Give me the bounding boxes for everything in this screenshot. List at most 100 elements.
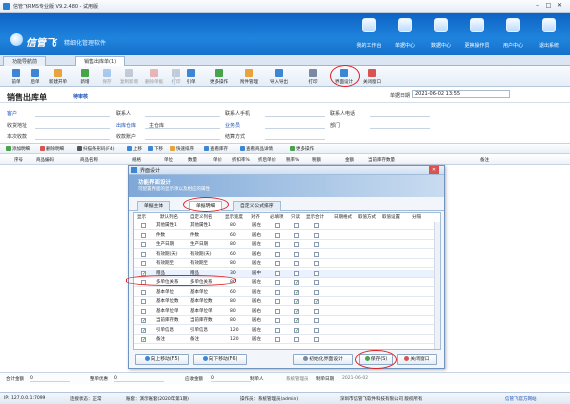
show-total-checkbox[interactable] bbox=[314, 308, 319, 314]
nav-user-center[interactable]: 用户中心 bbox=[496, 16, 530, 52]
show-checkbox[interactable]: ✓ bbox=[141, 337, 146, 343]
close-window-button[interactable]: 关闭窗口 bbox=[359, 68, 385, 86]
align-cell[interactable]: 居左 bbox=[252, 260, 261, 268]
add-detail-button[interactable]: 添加明细 bbox=[6, 146, 30, 152]
show-checkbox[interactable]: ✓ bbox=[141, 318, 146, 324]
custom-name-cell[interactable]: 生产日期 bbox=[190, 241, 208, 249]
required-checkbox[interactable] bbox=[275, 318, 280, 323]
readonly-checkbox[interactable]: ✓ bbox=[294, 299, 299, 305]
required-checkbox[interactable] bbox=[275, 232, 280, 238]
readonly-checkbox[interactable]: ✓ bbox=[294, 308, 299, 314]
align-cell[interactable]: 居左 bbox=[252, 279, 261, 287]
width-cell[interactable]: 60 bbox=[230, 251, 236, 259]
contact-phone-field[interactable] bbox=[370, 110, 430, 117]
import-export-button[interactable]: 导入导出 bbox=[266, 68, 292, 86]
field-row[interactable]: 件数 件数 60 居右 bbox=[134, 232, 434, 240]
show-total-checkbox[interactable] bbox=[314, 261, 319, 266]
field-row[interactable]: 基本单位数 基本单位数 80 居右 ✓ ✓ bbox=[134, 298, 434, 306]
show-total-checkbox[interactable]: ✓ bbox=[314, 299, 319, 305]
show-total-checkbox[interactable] bbox=[314, 232, 319, 238]
show-total-checkbox[interactable] bbox=[314, 337, 319, 342]
width-cell[interactable]: 80 bbox=[230, 222, 236, 230]
nav-switch-operator[interactable]: 更换操作员 bbox=[460, 16, 494, 52]
required-checkbox[interactable] bbox=[275, 308, 280, 314]
scan-barcode-button[interactable]: 扫描条形码(F4) bbox=[77, 146, 114, 152]
align-cell[interactable]: 居右 bbox=[252, 298, 261, 306]
required-checkbox[interactable] bbox=[275, 242, 280, 247]
contact-field[interactable] bbox=[145, 110, 220, 117]
nav-data-center[interactable]: 数据中心 bbox=[424, 16, 458, 52]
required-checkbox[interactable] bbox=[275, 223, 280, 228]
close-dialog-button[interactable]: 关闭窗口 bbox=[397, 354, 437, 365]
customer-field[interactable] bbox=[35, 110, 110, 117]
readonly-checkbox[interactable] bbox=[294, 337, 299, 342]
status-website-link[interactable]: 信管飞官方网站 bbox=[505, 396, 537, 402]
contact-mobile-field[interactable] bbox=[265, 110, 325, 117]
field-row[interactable]: 基本单位单 基本单位单 80 居右 ✓ bbox=[134, 308, 434, 316]
show-total-checkbox[interactable] bbox=[314, 223, 319, 228]
show-total-checkbox[interactable] bbox=[314, 327, 319, 333]
nav-workbench[interactable]: 我的工作台 bbox=[352, 16, 386, 52]
show-checkbox[interactable] bbox=[141, 242, 146, 247]
align-cell[interactable]: 居中 bbox=[252, 270, 261, 278]
align-cell[interactable]: 居左 bbox=[252, 241, 261, 249]
print-preview-button[interactable]: 打印 bbox=[300, 68, 326, 86]
readonly-checkbox[interactable]: ✓ bbox=[294, 318, 299, 324]
width-cell[interactable]: 120 bbox=[230, 336, 239, 344]
required-checkbox[interactable] bbox=[275, 327, 280, 333]
department-field[interactable] bbox=[370, 122, 430, 129]
custom-name-cell[interactable]: 其他属性1 bbox=[190, 222, 211, 230]
custom-name-cell[interactable]: 当前库存数 bbox=[190, 317, 213, 325]
readonly-checkbox[interactable] bbox=[294, 223, 299, 228]
width-cell[interactable]: 80 bbox=[230, 298, 236, 306]
width-cell[interactable]: 60 bbox=[230, 289, 236, 297]
readonly-checkbox[interactable]: ✓ bbox=[294, 280, 299, 286]
show-checkbox[interactable] bbox=[141, 308, 146, 314]
field-row[interactable]: ✓ 备注 备注 120 居左 bbox=[134, 336, 434, 344]
required-checkbox[interactable] bbox=[275, 261, 280, 266]
required-checkbox[interactable] bbox=[275, 251, 280, 257]
custom-name-cell[interactable]: 基本单位 bbox=[190, 289, 208, 297]
custom-name-cell[interactable]: 有效期至 bbox=[190, 260, 208, 268]
width-cell[interactable]: 30 bbox=[230, 270, 236, 278]
warehouse-field[interactable]: 主仓库 bbox=[145, 122, 220, 129]
address-field[interactable] bbox=[35, 122, 110, 129]
show-total-checkbox[interactable] bbox=[314, 289, 319, 295]
required-checkbox[interactable] bbox=[275, 270, 280, 276]
reset-design-button[interactable]: 初始化界面设计 bbox=[293, 354, 353, 365]
field-row[interactable]: 有效期至 有效期至 80 居左 bbox=[134, 260, 434, 268]
tab-doc-body[interactable]: 单据主体 bbox=[137, 201, 171, 211]
nav-exit[interactable]: 退出系统 bbox=[532, 16, 566, 52]
tab-navigation[interactable]: 功能导航前 bbox=[3, 56, 47, 66]
align-cell[interactable]: 居右 bbox=[252, 308, 261, 316]
close-icon[interactable]: ✕ bbox=[555, 2, 564, 10]
quick-sort-button[interactable]: 快速排序 bbox=[170, 146, 194, 152]
width-cell[interactable]: 80 bbox=[230, 260, 236, 268]
required-checkbox[interactable] bbox=[275, 289, 280, 295]
align-cell[interactable]: 居右 bbox=[252, 251, 261, 259]
salesperson-field[interactable] bbox=[265, 122, 325, 129]
show-checkbox[interactable] bbox=[141, 223, 146, 228]
tab-sales-outbound[interactable]: 销售出库单(1) bbox=[75, 56, 126, 66]
new-order-button[interactable]: 新建开单 bbox=[45, 68, 71, 86]
width-cell[interactable]: 60 bbox=[230, 232, 236, 240]
custom-name-cell[interactable]: 有效期(天) bbox=[190, 251, 212, 259]
required-checkbox[interactable] bbox=[275, 337, 280, 342]
align-cell[interactable]: 居右 bbox=[252, 317, 261, 325]
align-cell[interactable]: 居左 bbox=[252, 222, 261, 230]
field-row[interactable]: 其他属性1 其他属性1 80 居左 bbox=[134, 222, 434, 230]
align-cell[interactable]: 居左 bbox=[252, 336, 261, 344]
attachments-button[interactable]: 附件管理 bbox=[236, 68, 262, 86]
show-checkbox[interactable] bbox=[141, 289, 146, 295]
delete-detail-button[interactable]: 删除明细 bbox=[40, 146, 64, 152]
view-stock-button[interactable]: 查看库存 bbox=[204, 146, 228, 152]
width-cell[interactable]: 80 bbox=[230, 317, 236, 325]
account-field[interactable] bbox=[145, 133, 220, 140]
show-total-checkbox[interactable] bbox=[314, 318, 319, 323]
custom-name-cell[interactable]: 基本单位数 bbox=[190, 298, 213, 306]
payment-field[interactable] bbox=[35, 133, 110, 140]
show-total-checkbox[interactable] bbox=[314, 280, 319, 285]
readonly-checkbox[interactable]: ✓ bbox=[294, 327, 299, 333]
show-checkbox[interactable] bbox=[141, 261, 146, 266]
minimize-icon[interactable]: – bbox=[533, 2, 542, 10]
